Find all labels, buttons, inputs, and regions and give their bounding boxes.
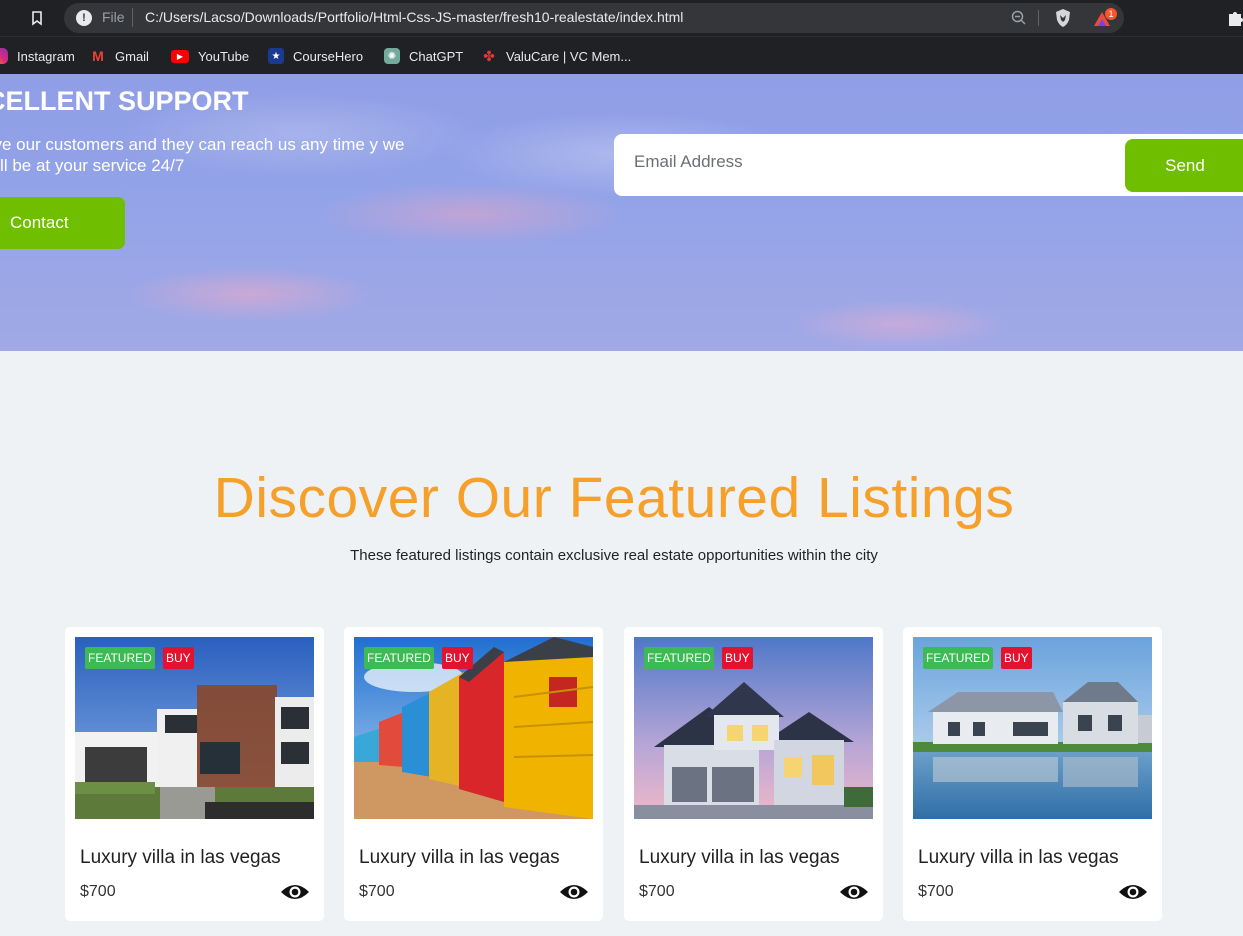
- support-banner: CELLENT SUPPORT ove our customers and th…: [0, 74, 1243, 351]
- coursehero-icon: ★: [268, 48, 284, 64]
- listing-card[interactable]: FEATURED BUY Luxury villa in las vegas $…: [903, 627, 1162, 921]
- bookmark-label: YouTube: [198, 48, 250, 64]
- support-description: ove our customers and they can reach us …: [0, 135, 405, 175]
- listing-card[interactable]: FEATURED BUY Luxury villa in las vegas $…: [65, 627, 324, 921]
- support-title: CELLENT SUPPORT: [0, 86, 249, 116]
- divider: [1038, 10, 1039, 26]
- contact-button[interactable]: Contact: [0, 197, 125, 249]
- brave-rewards-icon[interactable]: 1: [1091, 7, 1119, 29]
- eye-icon[interactable]: [1118, 881, 1148, 903]
- brave-shield-icon[interactable]: [1054, 8, 1072, 28]
- valucare-icon: ✤: [483, 47, 495, 64]
- eye-icon[interactable]: [559, 881, 589, 903]
- eye-icon[interactable]: [280, 881, 310, 903]
- info-icon[interactable]: !: [76, 10, 92, 26]
- listing-price: $700: [80, 883, 116, 900]
- bookmark-youtube[interactable]: ▶ YouTube: [171, 47, 249, 65]
- buy-badge: BUY: [722, 647, 753, 669]
- bookmark-coursehero[interactable]: ★ CourseHero: [268, 47, 363, 65]
- listing-price: $700: [359, 883, 395, 900]
- bookmark-instagram[interactable]: Instagram: [0, 47, 75, 65]
- featured-badge: FEATURED: [85, 647, 155, 669]
- listing-card[interactable]: FEATURED BUY Luxury villa in las vegas $…: [624, 627, 883, 921]
- listing-title[interactable]: Luxury villa in las vegas: [80, 847, 281, 869]
- gmail-icon: M: [92, 48, 104, 64]
- listing-card[interactable]: FEATURED BUY Luxury villa in las vegas $…: [344, 627, 603, 921]
- bookmark-label: ChatGPT: [409, 48, 464, 64]
- listing-price: $700: [918, 883, 954, 900]
- divider: [132, 8, 133, 27]
- bookmark-gmail[interactable]: M Gmail: [90, 47, 149, 65]
- address-bar[interactable]: ! File C:/Users/Lacso/Downloads/Portfoli…: [64, 3, 1124, 33]
- listings-subtitle: These featured listings contain exclusiv…: [350, 547, 878, 564]
- url-text[interactable]: C:/Users/Lacso/Downloads/Portfolio/Html-…: [145, 9, 683, 25]
- send-button[interactable]: Send: [1125, 139, 1243, 192]
- bookmark-label: Instagram: [17, 48, 75, 64]
- youtube-icon: ▶: [171, 49, 189, 63]
- browser-toolbar: ! File C:/Users/Lacso/Downloads/Portfoli…: [0, 0, 1243, 36]
- extensions-puzzle-icon[interactable]: [1226, 9, 1243, 27]
- listing-title[interactable]: Luxury villa in las vegas: [639, 847, 840, 869]
- chatgpt-icon: ✺: [384, 48, 400, 64]
- featured-badge: FEATURED: [923, 647, 993, 669]
- instagram-icon: [0, 48, 8, 64]
- featured-badge: FEATURED: [364, 647, 434, 669]
- bookmark-label: Gmail: [115, 48, 149, 64]
- bookmark-label: CourseHero: [293, 48, 364, 64]
- listing-title[interactable]: Luxury villa in las vegas: [918, 847, 1119, 869]
- listing-title[interactable]: Luxury villa in las vegas: [359, 847, 560, 869]
- listing-price: $700: [639, 883, 675, 900]
- bookmark-valucare[interactable]: ✤ ValuCare | VC Mem...: [481, 47, 631, 65]
- bookmark-icon[interactable]: [28, 9, 46, 27]
- file-label: File: [102, 9, 125, 25]
- buy-badge: BUY: [163, 647, 194, 669]
- bookmark-chatgpt[interactable]: ✺ ChatGPT: [384, 47, 463, 65]
- buy-badge: BUY: [1001, 647, 1032, 669]
- rewards-count: 1: [1108, 9, 1113, 19]
- email-input[interactable]: Email Address: [634, 152, 743, 172]
- buy-badge: BUY: [442, 647, 473, 669]
- bookmark-label: ValuCare | VC Mem...: [506, 48, 632, 64]
- zoom-out-icon[interactable]: [1010, 9, 1028, 27]
- listings-title: Discover Our Featured Listings: [213, 466, 1015, 530]
- featured-badge: FEATURED: [644, 647, 714, 669]
- eye-icon[interactable]: [839, 881, 869, 903]
- bookmarks-bar: Instagram M Gmail ▶ YouTube ★ CourseHero…: [0, 36, 1243, 74]
